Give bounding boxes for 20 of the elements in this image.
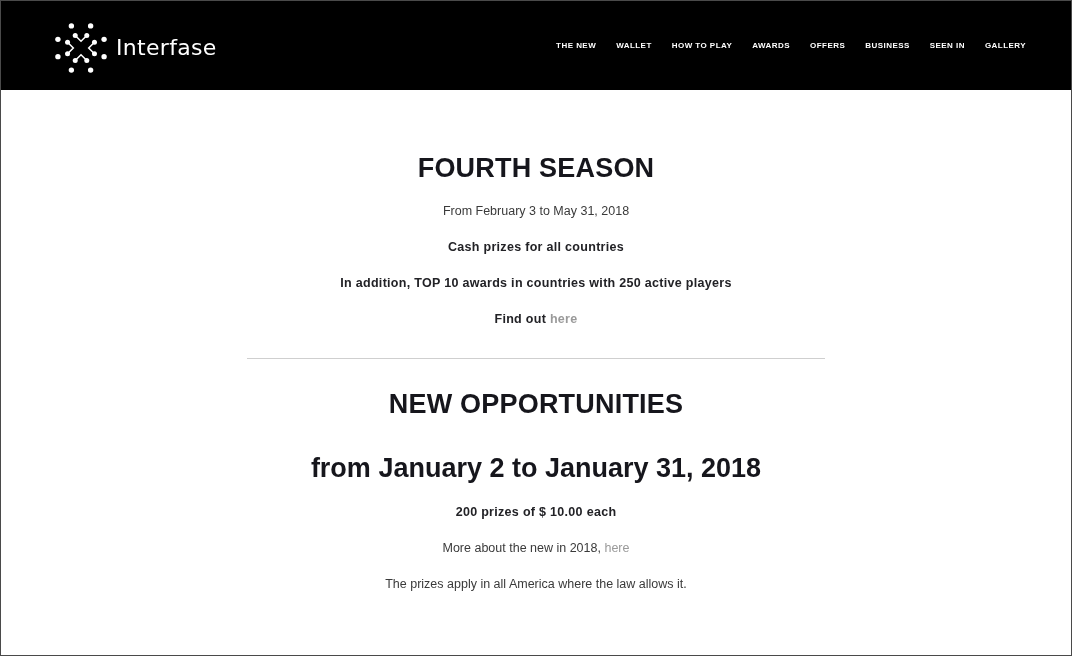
date-range-heading: from January 2 to January 31, 2018 (310, 452, 762, 485)
nav-link[interactable]: BUSINESS (865, 40, 910, 51)
brand-name[interactable]: Interfase (116, 34, 217, 61)
info-text: 200 prizes of $ 10.00 each (455, 504, 617, 521)
info-text: More about the new in 2018, here (442, 540, 630, 557)
nav-link[interactable]: THE NEW (556, 40, 597, 51)
nav-link[interactable]: HOW TO PLAY (671, 40, 733, 51)
nav-link[interactable]: AWARDS (752, 40, 791, 51)
nav-link[interactable]: SEEN IN (929, 40, 965, 51)
nav-link[interactable]: WALLET (616, 40, 652, 51)
dotted-x-logo-icon (55, 22, 107, 73)
nav-link[interactable]: OFFERS (810, 40, 846, 51)
info-text: From February 3 to May 31, 2018 (442, 203, 630, 220)
section-title: NEW OPPORTUNITIES (388, 388, 684, 420)
section-title: FOURTH SEASON (417, 152, 655, 184)
info-text: Find out here (494, 311, 578, 328)
info-text: Cash prizes for all countries (447, 239, 625, 256)
info-text: In addition, TOP 10 awards in countries with 250 active players (340, 275, 732, 292)
info-text: The prizes apply in all America where the law allows it. (385, 576, 687, 593)
nav-link[interactable]: GALLERY (984, 40, 1026, 51)
